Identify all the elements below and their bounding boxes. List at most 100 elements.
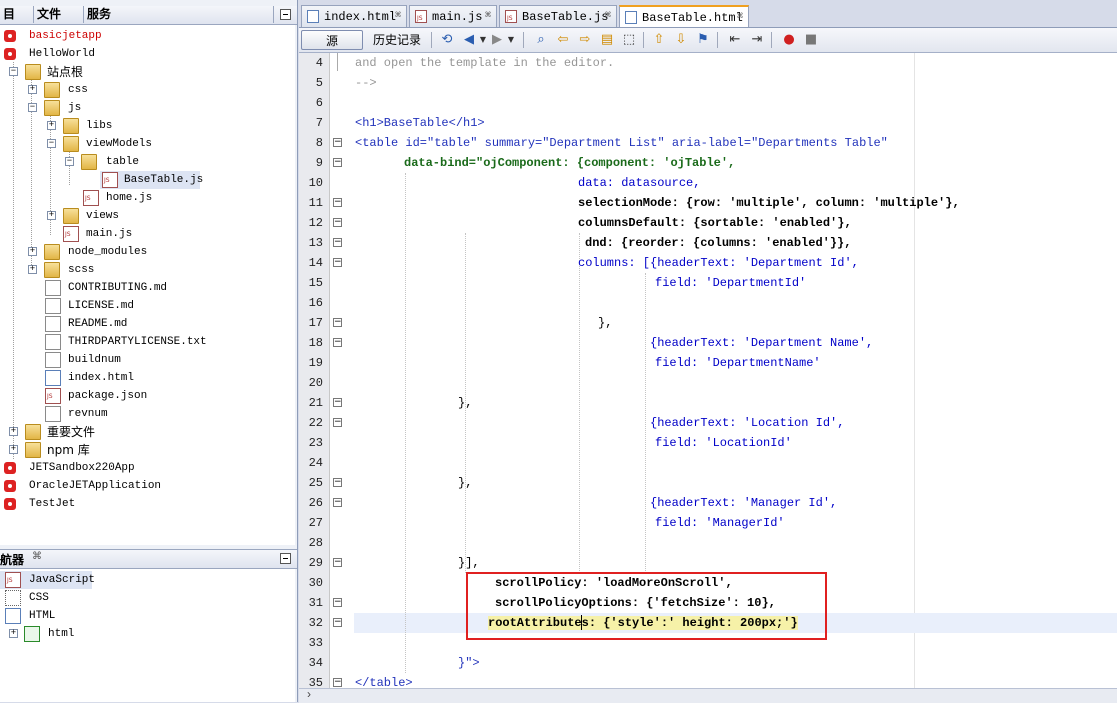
close-icon[interactable]: ⌘ bbox=[737, 7, 743, 29]
javascript-file-icon bbox=[63, 226, 79, 242]
find-previous-icon[interactable]: ⇦ bbox=[555, 32, 571, 47]
line-number: 27 bbox=[308, 516, 323, 530]
fold-icon[interactable]: − bbox=[333, 218, 342, 227]
html-tag-icon bbox=[24, 626, 40, 642]
tree-item-basetable-js[interactable]: BaseTable.js bbox=[100, 171, 203, 189]
fold-icon[interactable]: − bbox=[333, 318, 342, 327]
expand-icon[interactable]: + bbox=[47, 121, 56, 130]
chevron-right-icon[interactable]: › bbox=[307, 687, 311, 701]
tree-label: views bbox=[86, 210, 120, 222]
collapse-icon[interactable]: − bbox=[28, 103, 37, 112]
tree-label: css bbox=[68, 84, 88, 96]
code-line: <table id="table" summary="Department Li… bbox=[355, 133, 888, 153]
tab-index-html[interactable]: index.html ⌘ bbox=[301, 5, 407, 27]
fold-icon[interactable]: − bbox=[333, 198, 342, 207]
fold-icon[interactable]: − bbox=[333, 498, 342, 507]
tab-label: BaseTable.js bbox=[522, 10, 609, 24]
tab-basetable-html[interactable]: BaseTable.html ⌘ bbox=[619, 5, 749, 27]
shift-right-icon[interactable]: ⇥ bbox=[749, 32, 765, 47]
find-next-icon[interactable]: ⇨ bbox=[577, 32, 593, 47]
close-icon[interactable]: ⌘ bbox=[605, 6, 611, 28]
fold-icon[interactable]: − bbox=[333, 138, 342, 147]
close-icon[interactable]: ⌘ bbox=[32, 551, 42, 562]
code-text: selectionMode: {row: 'multiple', column:… bbox=[578, 196, 960, 210]
fold-icon[interactable]: − bbox=[333, 678, 342, 687]
expand-icon[interactable]: + bbox=[9, 445, 18, 454]
minimize-panel-button[interactable] bbox=[280, 9, 291, 20]
tab-files[interactable]: 文件 bbox=[34, 6, 84, 23]
rectangular-select-icon[interactable]: ⬚ bbox=[621, 32, 637, 47]
fold-icon[interactable]: − bbox=[333, 338, 342, 347]
search-icon[interactable]: ⌕ bbox=[533, 32, 549, 47]
fold-icon[interactable]: − bbox=[333, 618, 342, 627]
code-line: }], bbox=[458, 553, 480, 573]
tab-services[interactable]: 服务 bbox=[84, 6, 274, 23]
folder-icon bbox=[44, 244, 60, 260]
tab-main-js[interactable]: main.js ⌘ bbox=[409, 5, 497, 27]
tree-label: package.json bbox=[68, 390, 148, 402]
expand-icon[interactable]: + bbox=[28, 247, 37, 256]
tab-basetable-js[interactable]: BaseTable.js ⌘ bbox=[499, 5, 617, 27]
expand-icon[interactable]: + bbox=[28, 85, 37, 94]
fold-icon[interactable]: − bbox=[333, 258, 342, 267]
code-line: columnsDefault: {sortable: 'enabled'}, bbox=[578, 213, 852, 233]
line-number: 15 bbox=[308, 276, 323, 290]
record-macro-icon[interactable]: ● bbox=[781, 32, 797, 47]
expand-icon[interactable]: + bbox=[28, 265, 37, 274]
nav-item-javascript[interactable]: JavaScript bbox=[0, 571, 95, 589]
code-text: }, bbox=[598, 316, 613, 330]
chevron-down-icon[interactable]: ▼ bbox=[503, 32, 519, 47]
close-icon[interactable]: ⌘ bbox=[395, 6, 401, 28]
shift-left-icon[interactable]: ⇤ bbox=[727, 32, 743, 47]
toggle-bookmark-icon[interactable]: ⚑ bbox=[695, 32, 711, 47]
line-number: 17 bbox=[308, 316, 323, 330]
tree-label: HelloWorld bbox=[29, 48, 96, 60]
close-icon[interactable]: ⌘ bbox=[485, 6, 491, 28]
fold-icon[interactable]: − bbox=[333, 598, 342, 607]
expand-icon[interactable]: + bbox=[47, 211, 56, 220]
javascript-icon bbox=[5, 572, 21, 588]
web-folder-icon bbox=[25, 64, 41, 80]
expand-icon[interactable]: + bbox=[9, 427, 18, 436]
line-number: 9 bbox=[315, 156, 323, 170]
fold-icon[interactable]: − bbox=[333, 398, 342, 407]
collapse-icon[interactable]: − bbox=[47, 139, 56, 148]
expand-icon[interactable]: + bbox=[9, 629, 18, 638]
tree-label: 重要文件 bbox=[47, 425, 96, 439]
nav-label: html bbox=[48, 628, 75, 640]
code-line: }, bbox=[598, 313, 612, 333]
collapse-icon[interactable]: − bbox=[65, 157, 74, 166]
next-bookmark-icon[interactable]: ⇩ bbox=[673, 32, 689, 47]
javascript-file-icon bbox=[415, 10, 427, 23]
code-text: data-bind="ojComponent: {component: 'ojT… bbox=[404, 156, 736, 170]
tree-label: node_modules bbox=[68, 246, 148, 258]
code-line: columns: [{headerText: 'Department Id', bbox=[578, 253, 859, 273]
fold-icon[interactable]: − bbox=[333, 558, 342, 567]
tab-projects[interactable]: 目 bbox=[0, 6, 34, 23]
line-number: 34 bbox=[308, 656, 323, 670]
folder-icon bbox=[63, 118, 79, 134]
line-number: 30 bbox=[308, 576, 323, 590]
code-text: and open the template in the editor. bbox=[355, 56, 615, 70]
last-edit-icon[interactable]: ⟲ bbox=[439, 32, 455, 47]
project-icon bbox=[3, 496, 19, 512]
editor-status-bar: › bbox=[299, 687, 1117, 703]
code-text: {headerText: 'Manager Id', bbox=[650, 496, 838, 510]
toggle-highlight-icon[interactable]: ▤ bbox=[599, 32, 615, 47]
history-button[interactable]: 历史记录 bbox=[369, 30, 425, 50]
nav-label: CSS bbox=[29, 592, 49, 604]
minimize-navigator-button[interactable] bbox=[280, 553, 291, 564]
line-number: 14 bbox=[308, 256, 323, 270]
previous-bookmark-icon[interactable]: ⇧ bbox=[651, 32, 667, 47]
fold-icon[interactable]: − bbox=[333, 418, 342, 427]
stop-macro-icon[interactable]: ■ bbox=[803, 32, 819, 47]
source-button[interactable]: 源 bbox=[301, 30, 363, 50]
fold-icon[interactable]: − bbox=[333, 238, 342, 247]
code-text: }, bbox=[458, 396, 473, 410]
tree-label: index.html bbox=[68, 372, 135, 384]
fold-icon[interactable]: − bbox=[333, 478, 342, 487]
collapse-icon[interactable]: − bbox=[9, 67, 18, 76]
fold-icon[interactable]: − bbox=[333, 158, 342, 167]
line-number: 10 bbox=[308, 176, 323, 190]
folder-icon bbox=[44, 262, 60, 278]
